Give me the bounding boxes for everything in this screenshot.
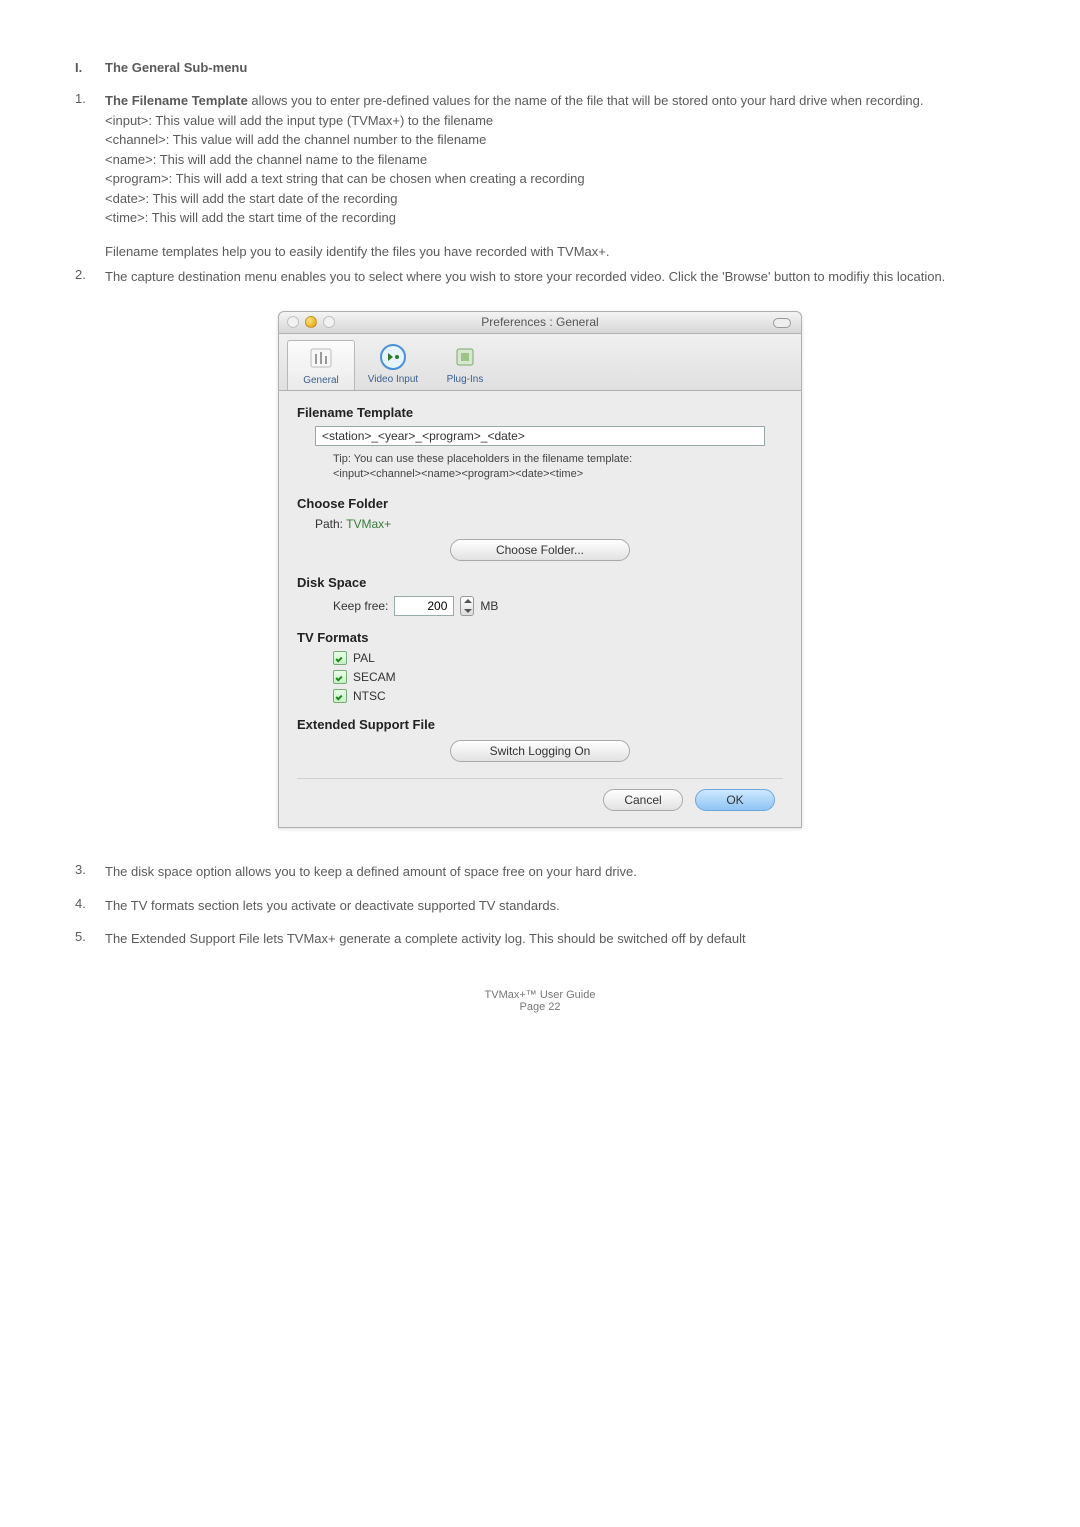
path-label: Path: xyxy=(315,517,346,531)
tab-label: Video Input xyxy=(368,374,418,385)
tip-text: Tip: You can use these placeholders in t… xyxy=(297,452,783,483)
switch-logging-button[interactable]: Switch Logging On xyxy=(450,740,630,762)
divider xyxy=(297,778,783,779)
toolbar-pill-icon[interactable] xyxy=(773,318,791,328)
text: The capture destination menu enables you… xyxy=(105,267,1005,287)
keep-free-input[interactable] xyxy=(394,596,454,616)
checkbox-icon xyxy=(333,670,347,684)
list-item: 2. The capture destination menu enables … xyxy=(75,267,1005,287)
section-filename-template: Filename Template xyxy=(297,405,783,420)
text: The Extended Support File lets TVMax+ ge… xyxy=(105,929,1005,949)
text: <date>: This will add the start date of … xyxy=(105,189,1005,209)
text: <program>: This will add a text string t… xyxy=(105,169,1005,189)
list-item: 3. The disk space option allows you to k… xyxy=(75,862,1005,882)
section-title: The General Sub-menu xyxy=(105,60,247,75)
checkbox-row-pal[interactable]: PAL xyxy=(297,651,783,665)
choose-folder-button[interactable]: Choose Folder... xyxy=(450,539,630,561)
window-titlebar: Preferences : General xyxy=(279,312,801,334)
section-disk-space: Disk Space xyxy=(297,575,783,590)
close-icon[interactable] xyxy=(287,316,299,328)
checkbox-label: PAL xyxy=(353,651,375,665)
mb-label: MB xyxy=(480,599,498,613)
slider-icon xyxy=(306,343,336,373)
video-input-icon xyxy=(378,342,408,372)
toolbar: General Video Input Plug-Ins xyxy=(279,334,801,391)
page-footer: TVMax+™ User Guide Page 22 xyxy=(75,989,1005,1013)
checkbox-label: SECAM xyxy=(353,670,396,684)
tab-general[interactable]: General xyxy=(287,340,355,390)
checkbox-row-secam[interactable]: SECAM xyxy=(297,670,783,684)
path-row: Path: TVMax+ xyxy=(297,517,783,531)
window-title: Preferences : General xyxy=(279,315,801,329)
checkbox-icon xyxy=(333,689,347,703)
minimize-icon[interactable] xyxy=(305,316,317,328)
text: The TV formats section lets you activate… xyxy=(105,896,1005,916)
ok-button[interactable]: OK xyxy=(695,789,775,811)
section-extended-support: Extended Support File xyxy=(297,717,783,732)
section-number: I. xyxy=(75,60,105,75)
tab-label: Plug-Ins xyxy=(447,374,484,385)
tab-plugins[interactable]: Plug-Ins xyxy=(431,340,499,390)
text: <name>: This will add the channel name t… xyxy=(105,150,1005,170)
list-item: 5. The Extended Support File lets TVMax+… xyxy=(75,929,1005,949)
tab-video-input[interactable]: Video Input xyxy=(359,340,427,390)
section-tv-formats: TV Formats xyxy=(297,630,783,645)
text-bold: The Filename Template xyxy=(105,93,248,108)
text: <time>: This will add the start time of … xyxy=(105,208,1005,228)
tab-label: General xyxy=(303,375,339,386)
text: Filename templates help you to easily id… xyxy=(105,242,1005,262)
text: <channel>: This value will add the chann… xyxy=(105,130,1005,150)
preferences-window: Preferences : General General Video Inpu… xyxy=(278,311,802,829)
zoom-icon[interactable] xyxy=(323,316,335,328)
filename-template-input[interactable] xyxy=(315,426,765,446)
section-heading: I. The General Sub-menu xyxy=(75,60,1005,75)
cancel-button[interactable]: Cancel xyxy=(603,789,683,811)
checkbox-icon xyxy=(333,651,347,665)
path-value: TVMax+ xyxy=(346,517,391,531)
plugins-icon xyxy=(450,342,480,372)
keep-free-label: Keep free: xyxy=(333,599,388,613)
text: <input>: This value will add the input t… xyxy=(105,111,1005,131)
stepper-icon[interactable] xyxy=(460,596,474,616)
section-choose-folder: Choose Folder xyxy=(297,496,783,511)
list-item: 4. The TV formats section lets you activ… xyxy=(75,896,1005,916)
list-item: 1. The Filename Template allows you to e… xyxy=(75,91,1005,261)
text: allows you to enter pre-defined values f… xyxy=(248,93,924,108)
checkbox-label: NTSC xyxy=(353,689,386,703)
checkbox-row-ntsc[interactable]: NTSC xyxy=(297,689,783,703)
text: The disk space option allows you to keep… xyxy=(105,862,1005,882)
